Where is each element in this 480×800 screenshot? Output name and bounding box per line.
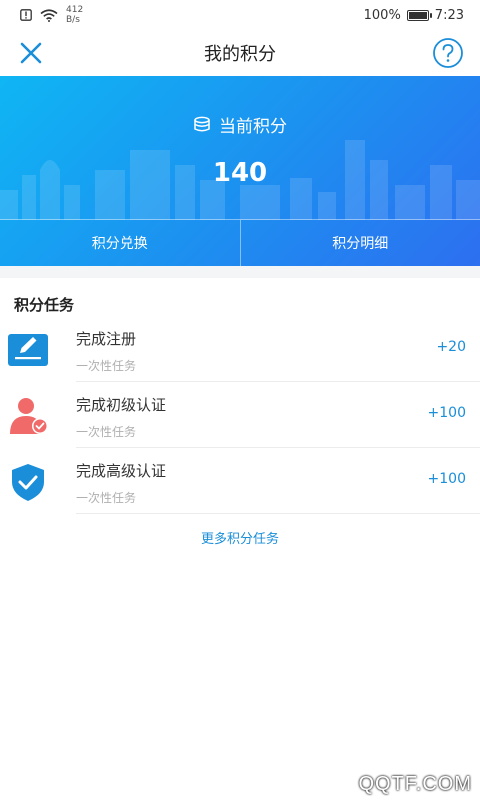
watermark: QQTF.COM [358,773,472,795]
task-text: 完成注册 一次性任务 [76,328,136,374]
coin-stack-icon [194,116,210,131]
network-speed-value: 412 [66,5,84,15]
battery-fill [408,11,427,19]
alert-icon [20,9,32,21]
more-tasks-link[interactable]: 更多积分任务 [0,528,480,547]
section-gap [0,266,480,278]
tab-details[interactable]: 积分明细 [239,220,480,266]
network-speed: 412 B/s [66,5,83,25]
task-points: +100 [427,471,466,487]
status-left: 412 B/s [20,5,83,25]
task-name: 完成初级认证 [76,396,167,414]
task-type: 一次性任务 [76,425,137,439]
task-row-register[interactable]: 完成注册 一次性任务 +20 [0,316,480,382]
shield-check-icon [12,464,44,501]
task-list: 完成注册 一次性任务 +20 完成初级认证 一次性任务 +100 完成高级认证 … [0,316,480,514]
edit-icon [8,334,48,366]
balance-value: 140 [212,158,268,188]
task-points: +20 [436,339,466,355]
battery-percent: 100% [363,7,401,23]
battery-icon [406,9,432,21]
tab-exchange[interactable]: 积分兑换 [0,220,240,266]
points-page: 412 B/s 100% 7:23 我的积分 当前积分 140 积分兑换 积分明… [0,0,480,800]
status-bar: 412 B/s 100% 7:23 [0,0,480,30]
task-name: 完成高级认证 [76,462,167,480]
wifi-icon [40,8,58,22]
balance-label-row: 当前积分 [0,112,480,137]
points-banner: 当前积分 140 积分兑换 积分明细 [0,76,480,266]
task-row-advanced-verify[interactable]: 完成高级认证 一次性任务 +100 [0,448,480,514]
status-right: 100% 7:23 [364,8,464,23]
user-verified-icon [10,398,48,434]
task-name: 完成注册 [76,330,137,348]
divider [76,513,480,514]
close-icon[interactable] [18,40,44,66]
task-text: 完成初级认证 一次性任务 [76,394,166,440]
task-type: 一次性任务 [76,359,137,373]
banner-tabs: 积分兑换 积分明细 [0,219,480,266]
task-points: +100 [427,405,466,421]
nav-bar: 我的积分 [0,30,480,76]
balance-label: 当前积分 [219,117,287,137]
task-text: 完成高级认证 一次性任务 [76,460,166,506]
tasks-section-title: 积分任务 [14,296,75,314]
help-icon[interactable] [432,37,464,69]
task-type: 一次性任务 [76,491,137,505]
page-title: 我的积分 [204,44,276,65]
network-speed-unit: B/s [66,15,80,25]
clock: 7:23 [434,7,464,23]
task-row-basic-verify[interactable]: 完成初级认证 一次性任务 +100 [0,382,480,448]
